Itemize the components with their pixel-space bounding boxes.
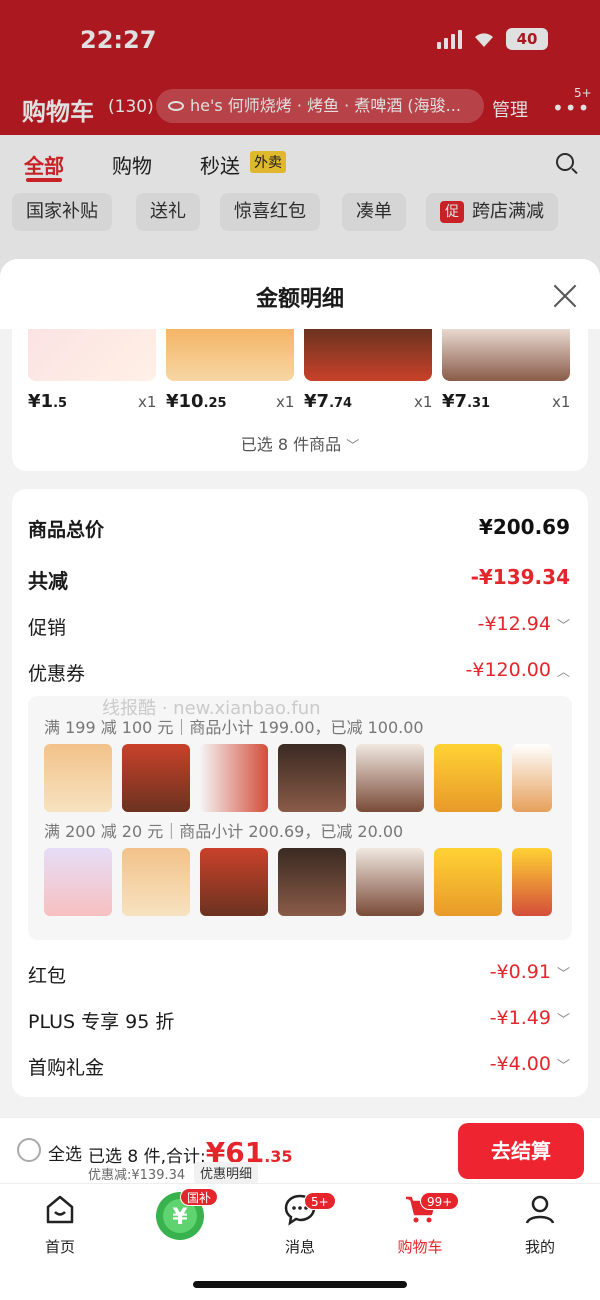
chevron-down-icon: ﹀ (556, 1059, 570, 1074)
product-thumb (356, 744, 424, 812)
coupon-label: 优惠券 (28, 663, 86, 685)
firstbuy-label: 首购礼金 (28, 1057, 105, 1079)
redpacket-value[interactable]: -¥0.91 ﹀ (490, 961, 570, 983)
plus-label: PLUS 专享 95 折 (28, 1011, 175, 1033)
chevron-up-icon: ︿ (556, 665, 570, 680)
product-image (28, 329, 156, 381)
total-reduce-label: 共减 (28, 569, 68, 593)
product-thumb (512, 848, 552, 916)
product-thumb (200, 744, 268, 812)
redpacket-label: 红包 (28, 965, 67, 987)
selected-count-toggle[interactable]: 已选 8 件商品 ﹀ (12, 431, 588, 455)
discount-summary: 优惠减:¥139.34 (88, 1168, 186, 1183)
home-indicator (193, 1281, 407, 1288)
profile-icon (525, 1195, 555, 1224)
product-image (166, 329, 294, 381)
close-icon[interactable] (552, 283, 578, 309)
product-thumb (278, 848, 346, 916)
product-price: ¥10.25 (166, 391, 227, 412)
dim-overlay (0, 0, 600, 280)
product-price: ¥1.5 (28, 391, 68, 412)
checkout-button[interactable]: 去结算 (458, 1123, 584, 1179)
product-thumb (434, 744, 502, 812)
subtotal-value: ¥200.69 (478, 515, 570, 539)
tabbar-subsidy[interactable]: ¥ 国补 (140, 1188, 220, 1244)
messages-badge: 5+ (304, 1192, 336, 1210)
svg-text:¥: ¥ (172, 1205, 188, 1230)
plus-value[interactable]: -¥1.49 ﹀ (490, 1007, 570, 1029)
tabbar-cart[interactable]: 99+ 购物车 (380, 1190, 460, 1256)
tabbar-me-label: 我的 (524, 1238, 555, 1256)
watermark: 线报酷 · new.xianbao.fun (102, 698, 321, 719)
product-thumb (44, 848, 112, 916)
product-thumb (278, 744, 346, 812)
sheet-header: 金额明细 (0, 259, 600, 329)
product-qty: x1 (414, 393, 433, 411)
product-price: ¥7.74 (304, 391, 353, 412)
price-breakdown-card: 商品总价 ¥200.69 共减 -¥139.34 促销 -¥12.94 ﹀ 优惠… (12, 489, 588, 1097)
select-all-checkbox[interactable] (17, 1138, 41, 1162)
product-qty: x1 (138, 393, 157, 411)
tabbar-home-label: 首页 (44, 1238, 75, 1256)
product-thumb (44, 744, 112, 812)
product-thumb (356, 848, 424, 916)
product-qty: x1 (552, 393, 571, 411)
chevron-down-icon: ﹀ (556, 967, 570, 982)
product-image (304, 329, 432, 381)
product-thumb (200, 848, 268, 916)
product-thumb (122, 744, 190, 812)
sheet-title: 金额明细 (255, 287, 344, 312)
chevron-down-icon: ﹀ (346, 439, 360, 454)
subsidy-badge: 国补 (180, 1188, 219, 1206)
product-image (442, 329, 570, 381)
selected-products-card: ¥1.5 x1 ¥10.25 x1 ¥7.74 x1 ¥7.31 x1 已选 8… (12, 329, 588, 471)
tabbar-me[interactable]: 我的 (500, 1190, 580, 1256)
coupon-value[interactable]: -¥120.00 ︿ (466, 659, 571, 681)
chevron-down-icon: ﹀ (556, 1013, 570, 1028)
tabbar-cart-label: 购物车 (397, 1238, 443, 1256)
promo-value[interactable]: -¥12.94 ﹀ (478, 613, 570, 635)
amount-detail-sheet: 金额明细 ¥1.5 x1 ¥10.25 x1 ¥7.74 x1 ¥7.31 x1… (0, 259, 600, 1119)
product-thumb (512, 744, 552, 812)
product-price: ¥7.31 (442, 391, 491, 412)
tabbar-home[interactable]: 首页 (20, 1190, 100, 1256)
firstbuy-value[interactable]: -¥4.00 ﹀ (490, 1053, 570, 1075)
coupon-details: 满 199 减 100 元｜商品小计 199.00，已减 100.00 满 20… (28, 696, 572, 940)
chevron-down-icon: ﹀ (556, 619, 570, 634)
product-thumb (434, 848, 502, 916)
discount-detail-button[interactable]: 优惠明细 (194, 1162, 259, 1183)
subtotal-label: 商品总价 (28, 519, 105, 541)
product-thumb (122, 848, 190, 916)
total-reduce-value: -¥139.34 (470, 565, 570, 589)
product-qty: x1 (276, 393, 295, 411)
tabbar-messages-label: 消息 (284, 1238, 315, 1256)
coupon-rule: 满 200 减 20 元｜商品小计 200.69，已减 20.00 (44, 822, 404, 841)
cart-badge: 99+ (420, 1192, 460, 1210)
promo-label: 促销 (28, 617, 67, 639)
select-all-label[interactable]: 全选 (48, 1140, 82, 1165)
home-icon (46, 1195, 74, 1224)
checkout-bar: 全选 已选 8 件,合计:¥61.35 优惠减:¥139.34 优惠明细 去结算 (0, 1117, 600, 1183)
tabbar-messages[interactable]: 5+ 消息 (260, 1190, 340, 1256)
